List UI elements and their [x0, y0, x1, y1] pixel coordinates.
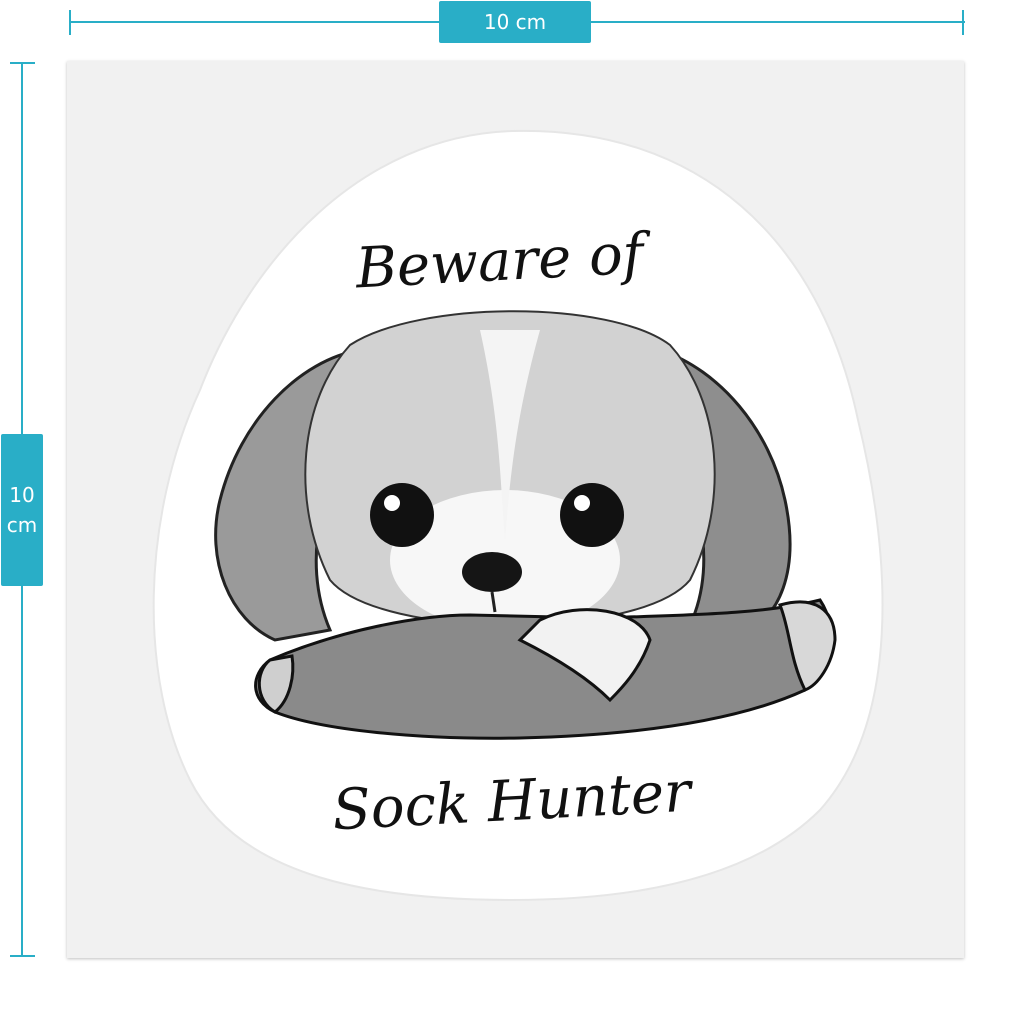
dog-right-eye	[560, 483, 624, 547]
sticker-artwork: Beware of Sock Hunter	[152, 129, 884, 902]
dog-nose	[462, 552, 522, 592]
dog-left-eye	[370, 483, 434, 547]
dog-left-eye-highlight	[384, 495, 400, 511]
dog-right-eye-highlight	[574, 495, 590, 511]
